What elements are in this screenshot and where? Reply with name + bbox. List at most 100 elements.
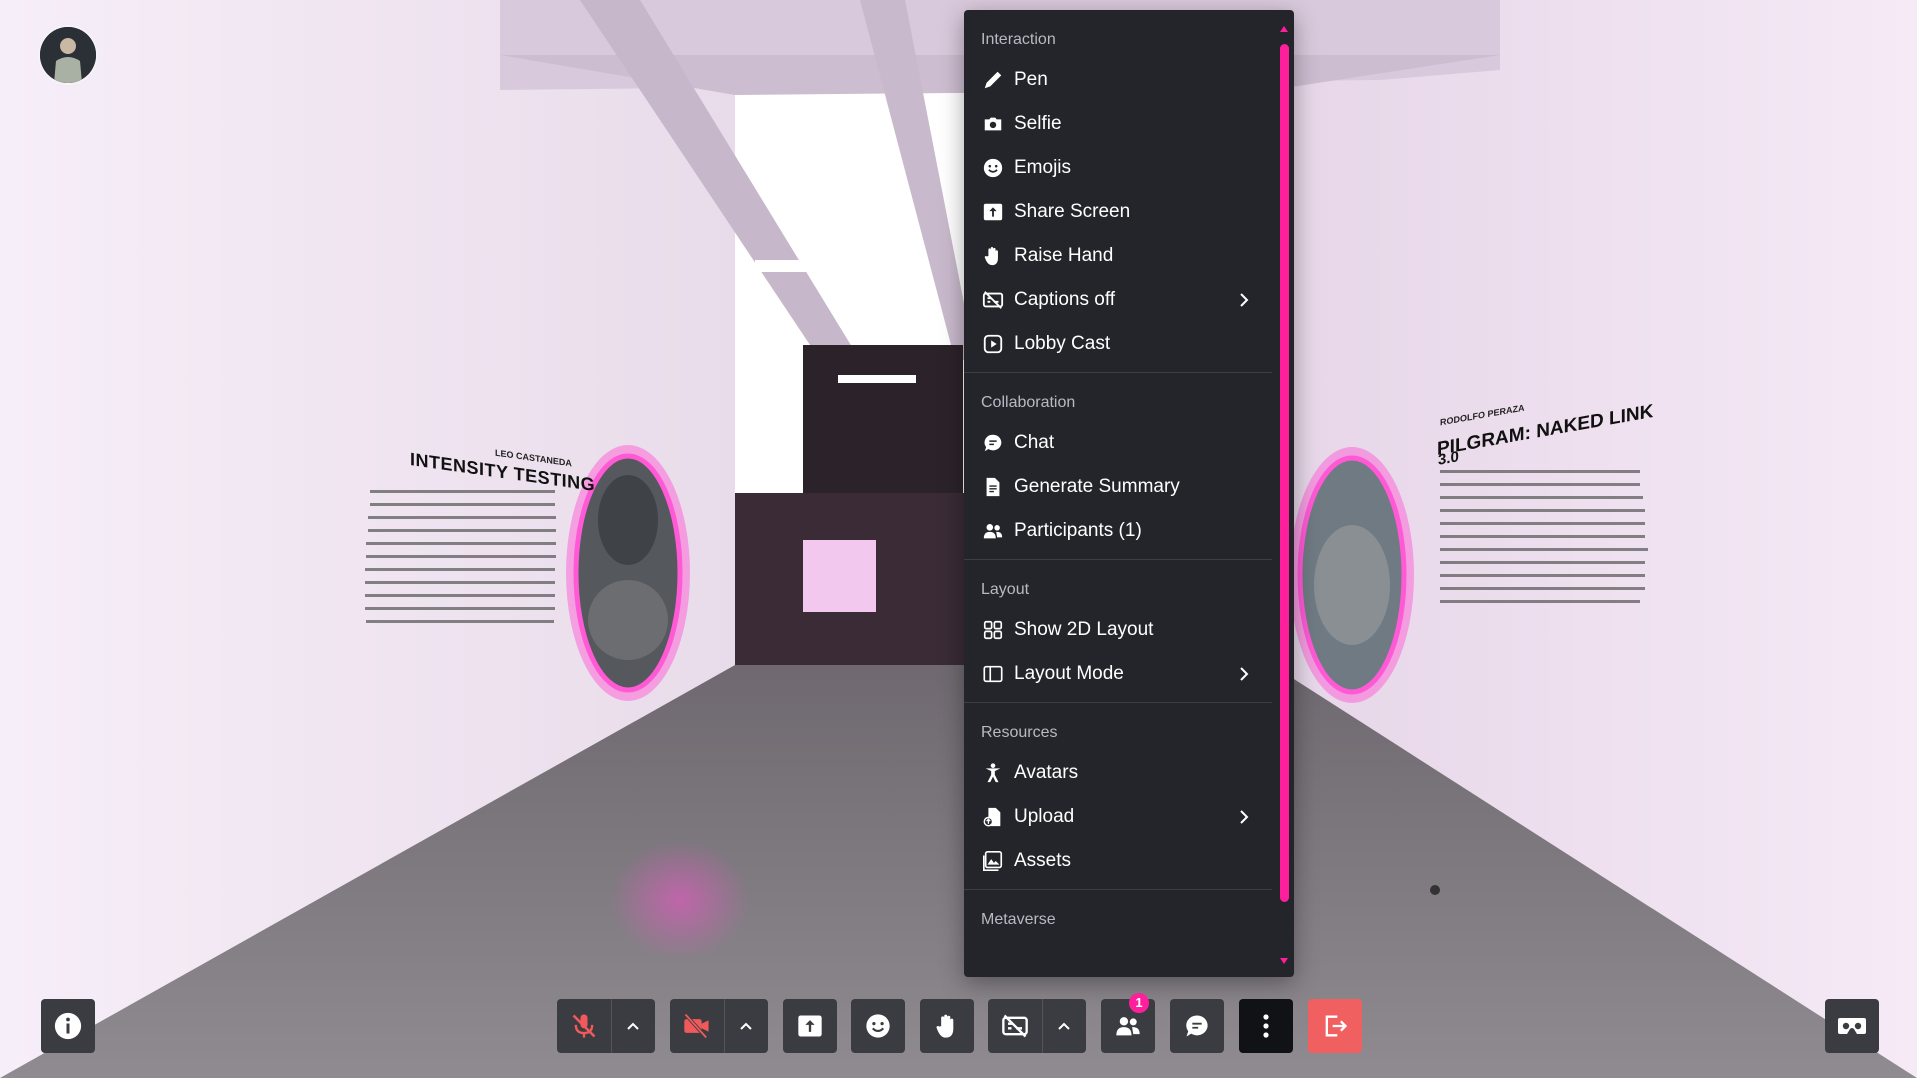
- menu-item-show-2d-layout[interactable]: Show 2D Layout: [964, 608, 1272, 652]
- divider: [1042, 999, 1043, 1053]
- menu-section-layout: Layout Show 2D Layout Layout Mode: [964, 560, 1272, 703]
- captions-options-button[interactable]: [1042, 999, 1086, 1053]
- person-icon: [40, 27, 96, 83]
- leave-icon: [1325, 1015, 1348, 1037]
- divider: [724, 999, 725, 1053]
- captions-control: [988, 999, 1086, 1053]
- captions-off-icon: [981, 288, 1005, 312]
- chevron-up-icon: [1058, 1022, 1070, 1030]
- menu-item-label: Assets: [1014, 850, 1072, 871]
- menu-section-interaction: Interaction Pen Selfie Emojis Share Scre…: [964, 10, 1272, 373]
- participants-button[interactable]: 1: [1101, 993, 1155, 1053]
- info-button[interactable]: [41, 999, 95, 1053]
- upload-icon: [981, 805, 1005, 829]
- gallery-scene: LEO CASTANEDA INTENSITY TESTING RODOLFO …: [0, 0, 1917, 1078]
- chat-button[interactable]: [1170, 999, 1224, 1053]
- camera-options-button[interactable]: [724, 999, 768, 1053]
- captions-toggle-button[interactable]: [988, 999, 1042, 1053]
- image-icon: [981, 849, 1005, 873]
- mic-toggle-button[interactable]: [557, 999, 611, 1053]
- menu-item-emojis[interactable]: Emojis: [964, 146, 1272, 190]
- section-title: Collaboration: [981, 394, 1076, 411]
- menu-item-label: Upload: [1014, 806, 1075, 827]
- section-title: Layout: [981, 581, 1030, 598]
- chevron-right-icon: [1234, 290, 1254, 310]
- menu-item-label: Emojis: [1014, 157, 1072, 178]
- people-icon: [981, 519, 1005, 543]
- chevron-up-icon: [740, 1022, 752, 1030]
- menu-item-captions[interactable]: Captions off: [964, 278, 1272, 322]
- more-options-button[interactable]: [1239, 999, 1293, 1053]
- menu-section-collaboration: Collaboration Chat Generate Summary Part…: [964, 373, 1272, 560]
- menu-item-label: Share Screen: [1014, 201, 1131, 222]
- document-icon: [981, 475, 1005, 499]
- info-icon: [54, 1012, 82, 1040]
- smiley-icon: [981, 156, 1005, 180]
- menu-item-label: Layout Mode: [1014, 663, 1124, 684]
- menu-scrollbar[interactable]: [1278, 18, 1290, 970]
- menu-section-metaverse: Metaverse: [964, 890, 1272, 944]
- chevron-up-icon: [627, 1022, 639, 1030]
- emoji-button[interactable]: [851, 999, 905, 1053]
- share-screen-icon: [798, 1015, 822, 1037]
- chevron-right-icon: [1234, 807, 1254, 827]
- camera-off-icon: [684, 1013, 709, 1039]
- mic-options-button[interactable]: [611, 999, 655, 1053]
- vr-mode-button[interactable]: [1825, 999, 1879, 1053]
- smiley-icon: [866, 1014, 890, 1038]
- menu-item-label: Selfie: [1014, 113, 1062, 134]
- scrollbar-thumb[interactable]: [1280, 44, 1289, 902]
- vr-headset-icon: [1838, 1018, 1866, 1034]
- participants-count-badge: 1: [1129, 993, 1149, 1013]
- menu-item-share-screen[interactable]: Share Screen: [964, 190, 1272, 234]
- menu-item-selfie[interactable]: Selfie: [964, 102, 1272, 146]
- menu-item-generate-summary[interactable]: Generate Summary: [964, 465, 1272, 509]
- section-title: Resources: [981, 724, 1058, 741]
- chevron-right-icon: [1234, 664, 1254, 684]
- menu-section-resources: Resources Avatars Upload Assets: [964, 703, 1272, 890]
- mic-control: [557, 999, 655, 1053]
- share-screen-button[interactable]: [783, 999, 837, 1053]
- raise-hand-button[interactable]: [920, 999, 974, 1053]
- avatar-figure-icon: [981, 761, 1005, 785]
- menu-item-label: Lobby Cast: [1014, 333, 1111, 354]
- menu-item-label: Raise Hand: [1014, 245, 1114, 266]
- pen-icon: [981, 68, 1005, 92]
- more-icon: [1263, 1014, 1269, 1038]
- mic-off-icon: [572, 1014, 596, 1038]
- menu-item-pen[interactable]: Pen: [964, 58, 1272, 102]
- share-screen-icon: [981, 200, 1005, 224]
- more-options-menu: Interaction Pen Selfie Emojis Share Scre…: [964, 10, 1294, 977]
- section-title: Metaverse: [981, 911, 1056, 928]
- people-icon: [1116, 1017, 1140, 1036]
- scroll-down-arrow-icon[interactable]: [1279, 956, 1289, 966]
- menu-item-label: Generate Summary: [1014, 476, 1180, 497]
- divider: [611, 999, 612, 1053]
- user-avatar[interactable]: [40, 27, 96, 83]
- menu-item-chat[interactable]: Chat: [964, 421, 1272, 465]
- leave-button[interactable]: [1308, 999, 1362, 1053]
- menu-item-label: Chat: [1014, 432, 1055, 453]
- menu-item-lobby-cast[interactable]: Lobby Cast: [964, 322, 1272, 366]
- camera-toggle-button[interactable]: [670, 999, 724, 1053]
- menu-item-label: Pen: [1014, 69, 1048, 90]
- menu-item-participants[interactable]: Participants (1): [964, 509, 1272, 553]
- layout-mode-icon: [981, 662, 1005, 686]
- menu-item-label: Avatars: [1014, 762, 1079, 783]
- menu-item-label: Participants (1): [1014, 520, 1142, 541]
- scroll-up-arrow-icon[interactable]: [1279, 24, 1289, 34]
- camera-icon: [981, 112, 1005, 136]
- hand-icon: [981, 244, 1005, 268]
- menu-item-assets[interactable]: Assets: [964, 839, 1272, 883]
- menu-item-avatars[interactable]: Avatars: [964, 751, 1272, 795]
- chat-icon: [981, 431, 1005, 455]
- lobby-cast-icon: [981, 332, 1005, 356]
- hand-icon: [936, 1014, 954, 1038]
- menu-item-upload[interactable]: Upload: [964, 795, 1272, 839]
- section-title: Interaction: [981, 31, 1056, 48]
- grid-icon: [981, 618, 1005, 642]
- captions-off-icon: [1002, 1014, 1028, 1038]
- menu-item-layout-mode[interactable]: Layout Mode: [964, 652, 1272, 696]
- menu-item-raise-hand[interactable]: Raise Hand: [964, 234, 1272, 278]
- camera-control: [670, 999, 768, 1053]
